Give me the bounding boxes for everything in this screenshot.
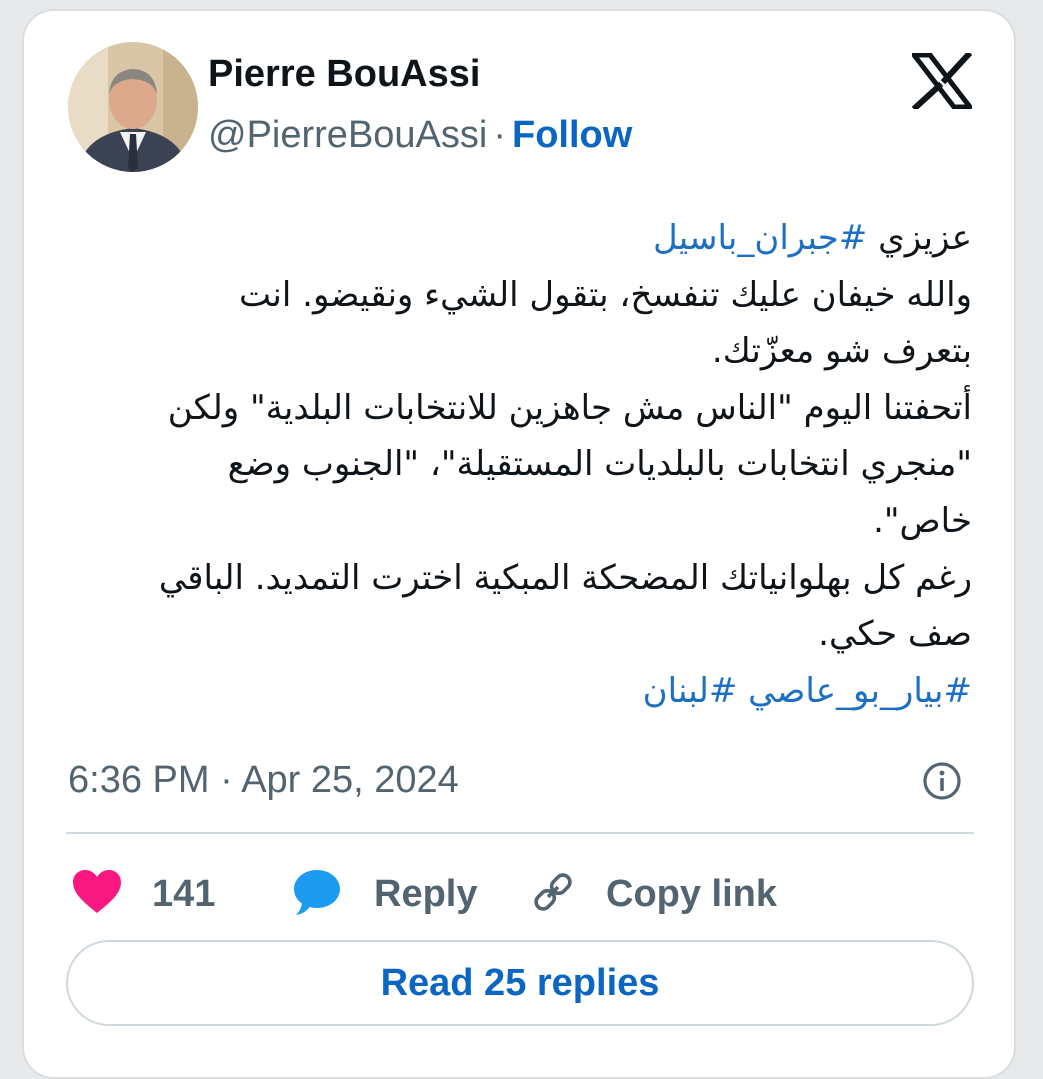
divider [66, 832, 974, 834]
like-count: 141 [152, 872, 216, 915]
reply-label: Reply [374, 872, 478, 915]
avatar[interactable] [68, 42, 198, 172]
tweet-line: رغم كل بهلوانياتك المضحكة المبكية اخترت … [158, 557, 972, 598]
tweet-line: عزيزي #جبران_باسيل [72, 210, 972, 267]
info-icon[interactable] [922, 761, 962, 801]
heart-icon [72, 869, 122, 920]
link-icon [530, 869, 576, 920]
speech-bubble-icon [292, 868, 342, 921]
tweet-line: بتعرف شو معزّتك. [711, 331, 972, 372]
hashtag-link[interactable]: #بيار_بو_عاصي [748, 671, 972, 711]
separator: · [493, 114, 506, 156]
author-handle[interactable]: @PierreBouAssi [208, 114, 487, 156]
tweet-line: خاص". [873, 500, 972, 541]
hashtag-link[interactable]: #لبنان [643, 671, 738, 711]
tweet-card: Pierre BouAssi @PierreBouAssi · Follow عزي… [22, 9, 1016, 1079]
tweet-line: "منجري انتخابات بالبلديات المستقيلة"، "ا… [227, 444, 972, 485]
copy-link-button[interactable]: Copy link [530, 869, 777, 919]
handle-row: @PierreBouAssi · Follow [208, 114, 632, 157]
tweet-line: صف حكي. [818, 614, 972, 655]
read-replies-button[interactable]: Read 25 replies [66, 940, 974, 1026]
x-logo-icon[interactable] [908, 50, 976, 112]
follow-button[interactable]: Follow [512, 114, 632, 156]
copy-link-label: Copy link [606, 872, 778, 915]
tweet-line-text: عزيزي [867, 218, 972, 258]
author-name[interactable]: Pierre BouAssi [208, 53, 480, 96]
like-button[interactable]: 141 [72, 869, 215, 919]
reply-button[interactable]: Reply [292, 869, 477, 919]
tweet-text: عزيزي #جبران_باسيل والله خيفان عليك تنفس… [72, 210, 972, 719]
tweet-line: أتحفتنا اليوم "الناس مش جاهزين للانتخابا… [167, 387, 972, 428]
hashtag-link[interactable]: #جبران_باسيل [653, 218, 867, 258]
hashtag-line: #بيار_بو_عاصي #لبنان [72, 663, 972, 720]
tweet-timestamp[interactable]: 6:36 PM · Apr 25, 2024 [68, 759, 459, 802]
tweet-line: والله خيفان عليك تنفسخ، بتقول الشيء ونقي… [239, 274, 972, 315]
